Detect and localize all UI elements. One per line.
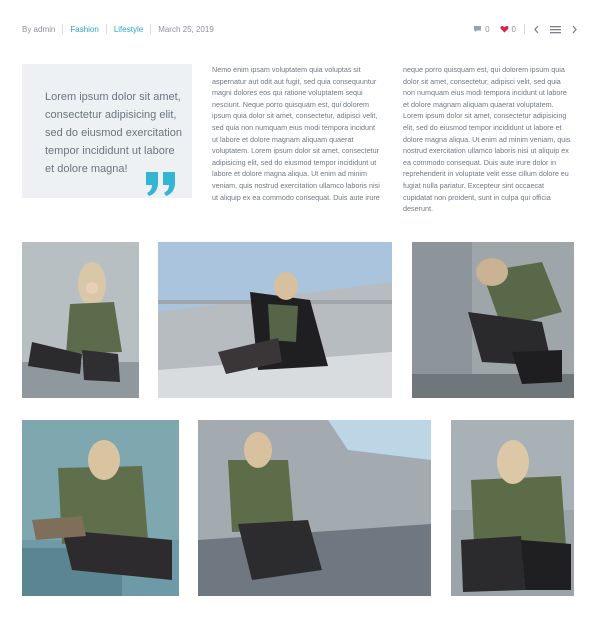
- divider: [105, 24, 107, 34]
- post-date: March 25, 2019: [158, 24, 214, 34]
- pull-quote: Lorem ipsum dolor sit amet, consectetur …: [22, 64, 192, 198]
- likes-count: 0: [511, 24, 516, 34]
- body-text-column-1: Nemo enim ipsam voluptatem quia voluptas…: [212, 65, 380, 202]
- like-button[interactable]: 0: [500, 25, 516, 34]
- gallery-photo-3[interactable]: [412, 242, 574, 398]
- gallery-photo-5[interactable]: [198, 420, 431, 596]
- chevron-right-icon[interactable]: [571, 25, 578, 34]
- heart-icon: [500, 26, 509, 33]
- gallery-photo-1[interactable]: [22, 242, 139, 398]
- divider: [62, 24, 64, 34]
- quote-mark-icon: [146, 172, 175, 196]
- gallery-photo-2[interactable]: [158, 242, 392, 398]
- post-meta-bar: By admin Fashion Lifestyle March 25, 201…: [22, 24, 578, 42]
- grid-menu-icon[interactable]: [550, 25, 561, 34]
- chevron-left-icon[interactable]: [533, 25, 540, 34]
- gallery-photo-6[interactable]: [451, 420, 574, 596]
- gallery-photo-4[interactable]: [22, 420, 179, 596]
- divider: [150, 24, 152, 34]
- category-lifestyle-link[interactable]: Lifestyle: [114, 25, 143, 34]
- quote-text: Lorem ipsum dolor sit amet, consectetur …: [45, 91, 182, 175]
- author-link[interactable]: By admin: [22, 25, 55, 34]
- body-text-column-2: neque porro quisquam est, qui dolorem ip…: [403, 65, 571, 214]
- comments-button[interactable]: 0: [473, 24, 490, 34]
- category-fashion-link[interactable]: Fashion: [70, 25, 98, 34]
- comment-icon: [474, 26, 482, 32]
- comments-count: 0: [485, 24, 490, 34]
